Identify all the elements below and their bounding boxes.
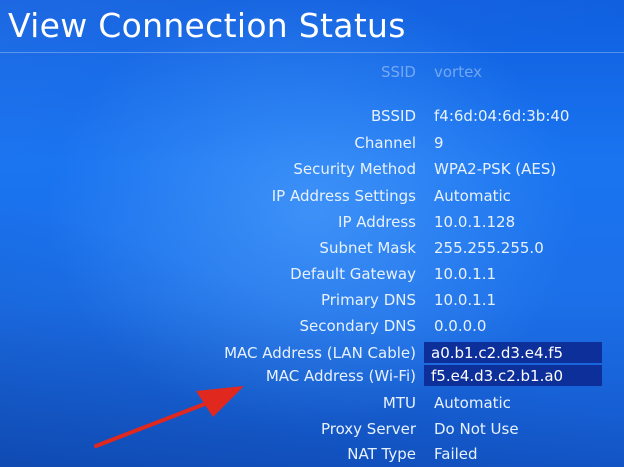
- row-label: Primary DNS: [320, 291, 416, 309]
- status-row-channel: Channel 9: [0, 131, 624, 155]
- status-row-ip-address: IP Address 10.0.1.128: [0, 210, 624, 234]
- row-label: BSSID: [370, 107, 416, 125]
- row-value: 10.0.1.1: [434, 291, 497, 309]
- status-row-ssid: SSID vortex: [0, 60, 624, 84]
- status-row-default-gateway: Default Gateway 10.0.1.1: [0, 262, 624, 286]
- row-label: Channel: [354, 134, 416, 152]
- row-value: a0.b1.c2.d3.e4.f5: [431, 344, 564, 362]
- status-row-nat-type: NAT Type Failed: [0, 442, 624, 466]
- row-label: MAC Address (Wi-Fi): [265, 367, 416, 385]
- row-value: f5.e4.d3.c2.b1.a0: [431, 367, 564, 385]
- row-value: Do Not Use: [434, 420, 519, 438]
- row-value: Automatic: [434, 187, 511, 205]
- row-value: Failed: [434, 445, 478, 463]
- row-label: Subnet Mask: [319, 239, 416, 257]
- status-row-mac-lan: MAC Address (LAN Cable) a0.b1.c2.d3.e4.f…: [0, 341, 624, 365]
- row-value: vortex: [434, 63, 482, 81]
- row-label: NAT Type: [347, 445, 416, 463]
- connection-status-table: SSID vortex BSSID f4:6d:04:6d:3b:40 Chan…: [0, 0, 624, 467]
- row-label: MTU: [382, 394, 416, 412]
- status-row-ip-address-settings: IP Address Settings Automatic: [0, 184, 624, 208]
- row-label: Security Method: [293, 160, 416, 178]
- status-row-mac-wifi: MAC Address (Wi-Fi) f5.e4.d3.c2.b1.a0: [0, 364, 624, 388]
- row-label: Default Gateway: [290, 265, 416, 283]
- status-row-mtu: MTU Automatic: [0, 391, 624, 415]
- row-value: 9: [434, 134, 444, 152]
- row-label: IP Address: [338, 213, 416, 231]
- row-value: 10.0.1.128: [434, 213, 516, 231]
- status-row-bssid: BSSID f4:6d:04:6d:3b:40: [0, 104, 624, 128]
- row-label: Secondary DNS: [299, 317, 417, 335]
- row-value: 10.0.1.1: [434, 265, 497, 283]
- status-row-proxy-server: Proxy Server Do Not Use: [0, 417, 624, 441]
- row-value: 0.0.0.0: [434, 317, 487, 335]
- row-value: WPA2-PSK (AES): [434, 160, 557, 178]
- status-row-primary-dns: Primary DNS 10.0.1.1: [0, 288, 624, 312]
- row-label: SSID: [380, 63, 416, 81]
- row-label: Proxy Server: [320, 420, 416, 438]
- row-value: f4:6d:04:6d:3b:40: [434, 107, 570, 125]
- status-row-secondary-dns: Secondary DNS 0.0.0.0: [0, 314, 624, 338]
- row-label: MAC Address (LAN Cable): [224, 344, 416, 362]
- status-row-subnet-mask: Subnet Mask 255.255.255.0: [0, 236, 624, 260]
- status-row-security-method: Security Method WPA2-PSK (AES): [0, 157, 624, 181]
- row-value: 255.255.255.0: [434, 239, 544, 257]
- row-value: Automatic: [434, 394, 511, 412]
- row-label: IP Address Settings: [271, 187, 416, 205]
